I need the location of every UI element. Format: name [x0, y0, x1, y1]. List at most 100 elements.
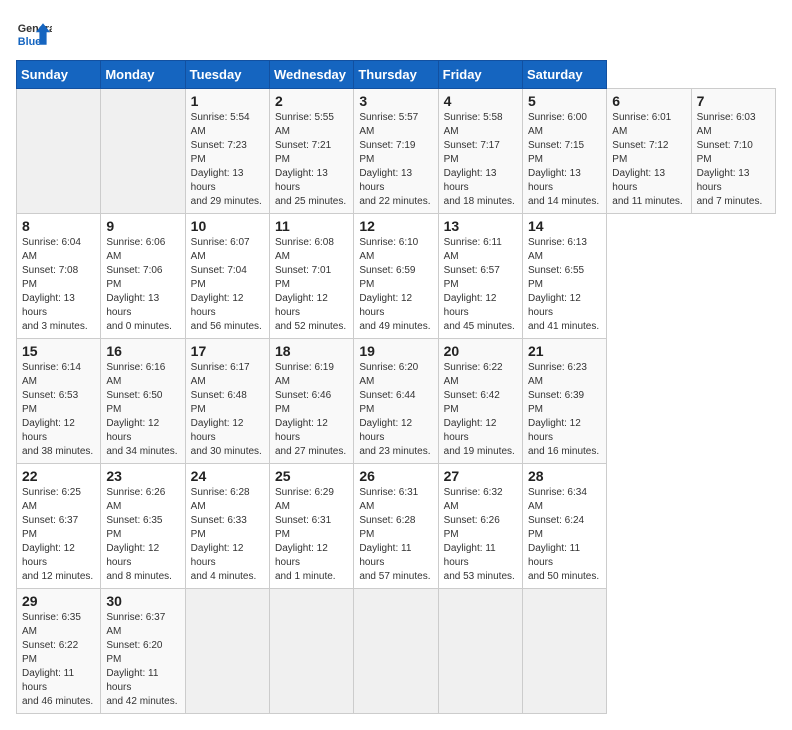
day-number: 2 — [275, 93, 348, 109]
day-number: 8 — [22, 218, 95, 234]
day-number: 22 — [22, 468, 95, 484]
calendar-day-cell: 11Sunrise: 6:08 AM Sunset: 7:01 PM Dayli… — [269, 214, 353, 339]
day-number: 20 — [444, 343, 517, 359]
header: General Blue — [16, 16, 776, 52]
calendar-week-row: 29Sunrise: 6:35 AM Sunset: 6:22 PM Dayli… — [17, 589, 776, 714]
day-number: 6 — [612, 93, 685, 109]
day-info: Sunrise: 6:07 AM Sunset: 7:04 PM Dayligh… — [191, 236, 264, 334]
day-info: Sunrise: 6:20 AM Sunset: 6:44 PM Dayligh… — [359, 361, 432, 459]
calendar-day-cell: 26 Sunrise: 6:31 AM Sunset: 6:28 PM Dayli… — [354, 464, 438, 589]
day-number: 4 — [444, 93, 517, 109]
day-info: Sunrise: 6:28 AM Sunset: 6:33 PM Dayligh… — [191, 486, 264, 584]
day-info: Sunrise: 6:34 AM Sunset: 6:24 PM Dayligh… — [528, 486, 601, 584]
calendar-day-cell: 14 Sunrise: 6:13 AM Sunset: 6:55 PM Dayli… — [522, 214, 606, 339]
calendar-day-cell — [101, 89, 185, 214]
day-number: 21 — [528, 343, 601, 359]
day-info: Sunrise: 6:31 AM Sunset: 6:28 PM Dayligh… — [359, 486, 432, 584]
calendar-day-cell: 22 Sunrise: 6:25 AM Sunset: 6:37 PM Dayli… — [17, 464, 101, 589]
day-info: Sunrise: 5:54 AM Sunset: 7:23 PM Dayligh… — [191, 111, 264, 209]
calendar-day-cell: 4Sunrise: 5:58 AM Sunset: 7:17 PM Daylig… — [438, 89, 522, 214]
calendar-day-cell: 23 Sunrise: 6:26 AM Sunset: 6:35 PM Dayli… — [101, 464, 185, 589]
day-info: Sunrise: 6:06 AM Sunset: 7:06 PM Dayligh… — [106, 236, 179, 334]
weekday-header: Saturday — [522, 61, 606, 89]
svg-text:Blue: Blue — [18, 36, 41, 48]
calendar-day-cell: 25 Sunrise: 6:29 AM Sunset: 6:31 PM Dayli… — [269, 464, 353, 589]
day-info: Sunrise: 6:16 AM Sunset: 6:50 PM Dayligh… — [106, 361, 179, 459]
calendar-day-cell — [438, 589, 522, 714]
calendar-day-cell: 12 Sunrise: 6:10 AM Sunset: 6:59 PM Dayli… — [354, 214, 438, 339]
calendar-day-cell: 8 Sunrise: 6:04 AM Sunset: 7:08 PM Daylig… — [17, 214, 101, 339]
day-info: Sunrise: 5:57 AM Sunset: 7:19 PM Dayligh… — [359, 111, 432, 209]
day-info: Sunrise: 6:29 AM Sunset: 6:31 PM Dayligh… — [275, 486, 348, 584]
day-info: Sunrise: 6:03 AM Sunset: 7:10 PM Dayligh… — [697, 111, 770, 209]
day-info: Sunrise: 6:32 AM Sunset: 6:26 PM Dayligh… — [444, 486, 517, 584]
calendar-day-cell: 16 Sunrise: 6:16 AM Sunset: 6:50 PM Dayli… — [101, 339, 185, 464]
weekday-header: Monday — [101, 61, 185, 89]
weekday-header: Tuesday — [185, 61, 269, 89]
calendar-day-cell: 19 Sunrise: 6:20 AM Sunset: 6:44 PM Dayli… — [354, 339, 438, 464]
calendar-day-cell: 17 Sunrise: 6:17 AM Sunset: 6:48 PM Dayli… — [185, 339, 269, 464]
day-info: Sunrise: 6:00 AM Sunset: 7:15 PM Dayligh… — [528, 111, 601, 209]
day-info: Sunrise: 6:26 AM Sunset: 6:35 PM Dayligh… — [106, 486, 179, 584]
calendar-week-row: 8 Sunrise: 6:04 AM Sunset: 7:08 PM Daylig… — [17, 214, 776, 339]
calendar-day-cell — [185, 589, 269, 714]
calendar-day-cell: 27 Sunrise: 6:32 AM Sunset: 6:26 PM Dayli… — [438, 464, 522, 589]
day-number: 23 — [106, 468, 179, 484]
day-number: 16 — [106, 343, 179, 359]
day-number: 1 — [191, 93, 264, 109]
weekday-header: Sunday — [17, 61, 101, 89]
day-number: 25 — [275, 468, 348, 484]
calendar-day-cell — [354, 589, 438, 714]
day-info: Sunrise: 6:04 AM Sunset: 7:08 PM Dayligh… — [22, 236, 95, 334]
day-number: 18 — [275, 343, 348, 359]
day-number: 27 — [444, 468, 517, 484]
day-number: 15 — [22, 343, 95, 359]
calendar-day-cell: 9Sunrise: 6:06 AM Sunset: 7:06 PM Daylig… — [101, 214, 185, 339]
calendar-header: SundayMondayTuesdayWednesdayThursdayFrid… — [17, 61, 776, 89]
calendar-week-row: 15 Sunrise: 6:14 AM Sunset: 6:53 PM Dayli… — [17, 339, 776, 464]
day-number: 24 — [191, 468, 264, 484]
day-number: 7 — [697, 93, 770, 109]
day-info: Sunrise: 6:10 AM Sunset: 6:59 PM Dayligh… — [359, 236, 432, 334]
calendar-day-cell: 15 Sunrise: 6:14 AM Sunset: 6:53 PM Dayli… — [17, 339, 101, 464]
day-number: 14 — [528, 218, 601, 234]
day-number: 17 — [191, 343, 264, 359]
day-info: Sunrise: 6:25 AM Sunset: 6:37 PM Dayligh… — [22, 486, 95, 584]
calendar-day-cell: 18 Sunrise: 6:19 AM Sunset: 6:46 PM Dayli… — [269, 339, 353, 464]
day-number: 13 — [444, 218, 517, 234]
day-info: Sunrise: 6:37 AM Sunset: 6:20 PM Dayligh… — [106, 611, 179, 709]
day-info: Sunrise: 6:13 AM Sunset: 6:55 PM Dayligh… — [528, 236, 601, 334]
day-number: 26 — [359, 468, 432, 484]
calendar-day-cell: 10Sunrise: 6:07 AM Sunset: 7:04 PM Dayli… — [185, 214, 269, 339]
day-number: 19 — [359, 343, 432, 359]
calendar-day-cell — [17, 89, 101, 214]
calendar-day-cell: 20Sunrise: 6:22 AM Sunset: 6:42 PM Dayli… — [438, 339, 522, 464]
day-number: 12 — [359, 218, 432, 234]
day-info: Sunrise: 6:14 AM Sunset: 6:53 PM Dayligh… — [22, 361, 95, 459]
weekday-header: Thursday — [354, 61, 438, 89]
day-info: Sunrise: 6:35 AM Sunset: 6:22 PM Dayligh… — [22, 611, 95, 709]
day-number: 3 — [359, 93, 432, 109]
calendar-table: SundayMondayTuesdayWednesdayThursdayFrid… — [16, 60, 776, 714]
calendar-day-cell — [522, 589, 606, 714]
day-info: Sunrise: 6:01 AM Sunset: 7:12 PM Dayligh… — [612, 111, 685, 209]
day-number: 30 — [106, 593, 179, 609]
logo: General Blue — [16, 16, 52, 52]
calendar-day-cell: 24 Sunrise: 6:28 AM Sunset: 6:33 PM Dayli… — [185, 464, 269, 589]
calendar-day-cell: 7 Sunrise: 6:03 AM Sunset: 7:10 PM Daylig… — [691, 89, 775, 214]
day-info: Sunrise: 6:08 AM Sunset: 7:01 PM Dayligh… — [275, 236, 348, 334]
day-info: Sunrise: 6:11 AM Sunset: 6:57 PM Dayligh… — [444, 236, 517, 334]
day-info: Sunrise: 6:23 AM Sunset: 6:39 PM Dayligh… — [528, 361, 601, 459]
day-info: Sunrise: 6:17 AM Sunset: 6:48 PM Dayligh… — [191, 361, 264, 459]
calendar-day-cell: 6 Sunrise: 6:01 AM Sunset: 7:12 PM Daylig… — [607, 89, 691, 214]
day-info: Sunrise: 5:55 AM Sunset: 7:21 PM Dayligh… — [275, 111, 348, 209]
day-number: 28 — [528, 468, 601, 484]
weekday-header: Friday — [438, 61, 522, 89]
calendar-day-cell: 28 Sunrise: 6:34 AM Sunset: 6:24 PM Dayli… — [522, 464, 606, 589]
calendar-day-cell: 21 Sunrise: 6:23 AM Sunset: 6:39 PM Dayli… — [522, 339, 606, 464]
weekday-header: Wednesday — [269, 61, 353, 89]
calendar-day-cell — [269, 589, 353, 714]
calendar-day-cell: 3 Sunrise: 5:57 AM Sunset: 7:19 PM Daylig… — [354, 89, 438, 214]
day-info: Sunrise: 6:19 AM Sunset: 6:46 PM Dayligh… — [275, 361, 348, 459]
calendar-day-cell: 5Sunrise: 6:00 AM Sunset: 7:15 PM Daylig… — [522, 89, 606, 214]
